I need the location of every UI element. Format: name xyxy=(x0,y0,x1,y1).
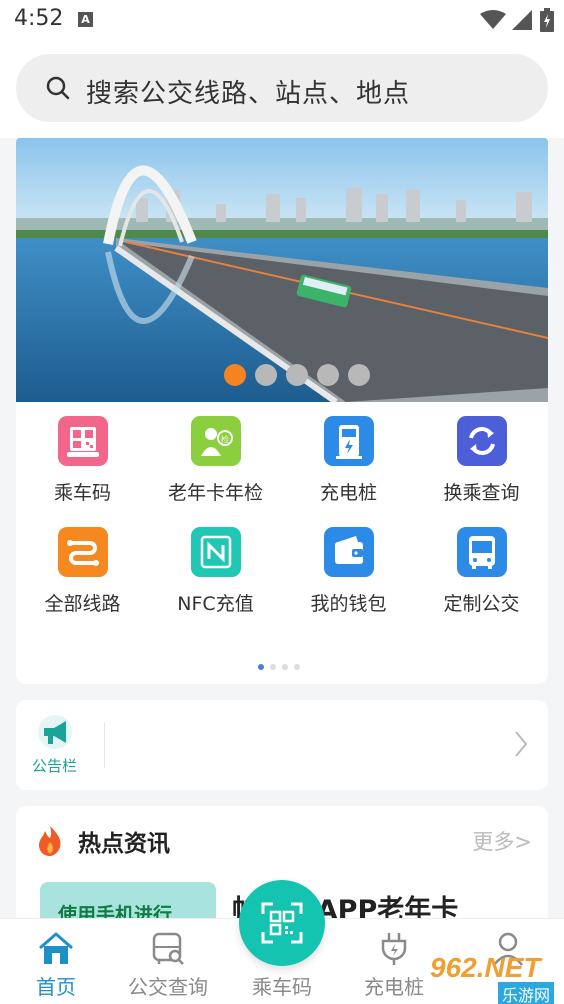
hot-news-title: 热点资讯 xyxy=(78,831,170,857)
search-icon xyxy=(46,76,70,100)
grid-page-dot xyxy=(282,664,288,670)
fire-icon xyxy=(39,826,61,856)
wallet-icon xyxy=(323,527,374,577)
grid-item-nfc[interactable]: NFC充值 xyxy=(149,527,282,616)
watermark-logo: 962.NET 乐游网 xyxy=(422,950,564,1004)
grid-item-label: 换乘查询 xyxy=(443,482,520,504)
grid-item-wallet[interactable]: 我的钱包 xyxy=(282,527,415,616)
grid-item-custom-bus[interactable]: 定制公交 xyxy=(415,527,548,616)
banner-dot-1[interactable] xyxy=(224,364,246,386)
notification-a-icon: A xyxy=(78,12,93,27)
grid-item-charging-pile[interactable]: 充电桩 xyxy=(282,416,415,505)
transfer-icon xyxy=(456,416,507,466)
status-time: 4:52 xyxy=(14,6,64,31)
grid-item-label: NFC充值 xyxy=(177,593,254,615)
grid-item-label: 定制公交 xyxy=(443,593,520,615)
banner-dot-3[interactable] xyxy=(286,364,308,386)
tab-home[interactable]: 首页 xyxy=(0,919,112,1000)
notice-divider xyxy=(104,722,105,768)
watermark-sub: 乐游网 xyxy=(498,982,555,1004)
grid-page-dot xyxy=(294,664,300,670)
megaphone-icon xyxy=(38,715,72,749)
qr-code-fab-button[interactable] xyxy=(239,880,325,966)
qr-scan-icon xyxy=(261,902,303,944)
banner-dot-4[interactable] xyxy=(317,364,339,386)
qr-code-icon xyxy=(57,416,108,466)
header: 搜索公交线路、站点、地点 xyxy=(0,38,564,138)
status-bar: 4:52 A xyxy=(0,0,564,38)
grid-item-label: 充电桩 xyxy=(319,482,377,504)
custom-bus-icon xyxy=(456,527,507,577)
banner-image xyxy=(16,138,548,402)
banner-dots xyxy=(224,364,370,386)
function-grid: 乘车码 检 老年卡年检 充电桩 换乘查询 全部线路 NFC充值 我的钱包 定制公… xyxy=(16,402,548,684)
battery-icon xyxy=(540,8,554,32)
tab-label: 乘车码 xyxy=(252,975,312,999)
notice-board[interactable]: 公告栏 xyxy=(16,700,548,790)
grid-item-elder-card[interactable]: 检 老年卡年检 xyxy=(149,416,282,505)
more-link[interactable]: 更多> xyxy=(472,826,532,856)
signal-icon xyxy=(512,10,532,30)
banner-dot-5[interactable] xyxy=(348,364,370,386)
grid-item-qr-code[interactable]: 乘车码 xyxy=(16,416,149,505)
banner-dot-2[interactable] xyxy=(255,364,277,386)
grid-item-label: 老年卡年检 xyxy=(167,482,263,504)
all-routes-icon xyxy=(57,527,108,577)
home-icon xyxy=(39,932,73,964)
grid-item-transfer[interactable]: 换乘查询 xyxy=(415,416,548,505)
wifi-icon xyxy=(480,10,506,29)
search-bar[interactable]: 搜索公交线路、站点、地点 xyxy=(16,54,548,122)
grid-item-label: 我的钱包 xyxy=(310,593,387,615)
svg-text:检: 检 xyxy=(221,434,229,444)
grid-pager xyxy=(258,664,300,670)
watermark-main: 962.NET xyxy=(430,952,541,983)
tab-label: 公交查询 xyxy=(128,975,208,999)
elder-card-icon: 检 xyxy=(190,416,241,466)
notice-label: 公告栏 xyxy=(32,757,78,775)
grid-item-label: 全部线路 xyxy=(44,593,121,615)
chevron-right-icon[interactable] xyxy=(514,730,528,758)
charging-pile-icon xyxy=(323,416,374,466)
grid-page-dot xyxy=(258,664,264,670)
tab-bus-search[interactable]: 公交查询 xyxy=(112,919,224,1000)
grid-page-dot xyxy=(270,664,276,670)
search-placeholder: 搜索公交线路、站点、地点 xyxy=(86,79,411,109)
tab-label: 首页 xyxy=(36,975,76,999)
nfc-icon xyxy=(190,527,241,577)
grid-item-label: 乘车码 xyxy=(53,482,111,504)
plug-icon xyxy=(381,933,407,965)
grid-item-all-routes[interactable]: 全部线路 xyxy=(16,527,149,616)
bus-search-icon xyxy=(152,932,184,965)
banner-carousel[interactable] xyxy=(16,138,548,402)
